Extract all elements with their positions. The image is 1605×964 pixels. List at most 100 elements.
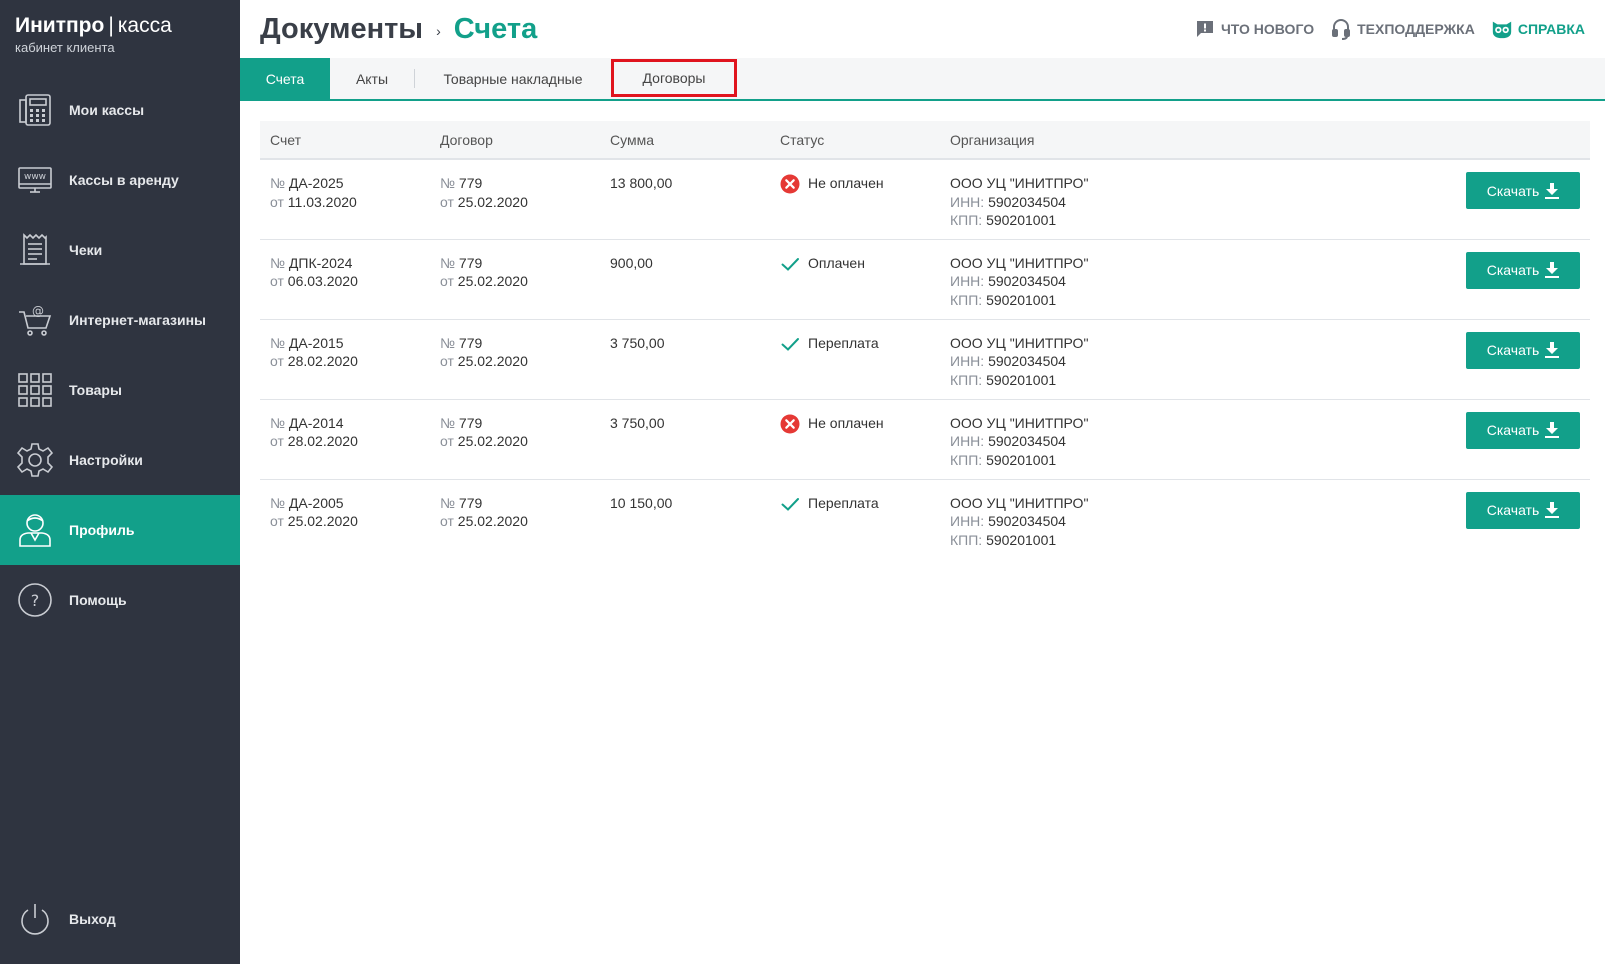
whats-new-label: ЧТО НОВОГО xyxy=(1220,21,1315,37)
table-header-row: Счет Договор Сумма Статус Организация xyxy=(260,121,1590,160)
kpp-value: 590201001 xyxy=(986,451,1057,468)
contract-date: 25.02.2020 xyxy=(457,513,528,529)
cell-contract: № 779 от 25.02.2020 xyxy=(430,399,600,480)
contract-number[interactable]: 779 xyxy=(459,495,482,511)
chat-alert-icon xyxy=(1194,18,1216,40)
inn-label: ИНН: xyxy=(950,353,985,369)
download-button[interactable]: Скачать xyxy=(1466,491,1580,529)
help-label: СПРАВКА xyxy=(1517,21,1585,37)
amount-value: 10 150,00 xyxy=(610,494,673,511)
kpp-label: КПП: xyxy=(950,371,983,388)
owl-icon xyxy=(1491,18,1513,40)
invoice-number[interactable]: ДА-2005 xyxy=(289,495,344,511)
download-button[interactable]: Скачать xyxy=(1466,411,1580,449)
no-prefix: № xyxy=(270,414,286,431)
download-label: Скачать xyxy=(1486,262,1540,278)
document-tabs: Счета Акты Товарные накладные Договоры xyxy=(240,58,1605,101)
column-header-contract: Договор xyxy=(430,121,600,160)
table-row: № ДА-2005 от 25.02.2020 № 779 от 25.02.2… xyxy=(260,479,1590,559)
organization-name: ООО УЦ "ИНИТПРО" xyxy=(950,494,1089,511)
contract-number[interactable]: 779 xyxy=(459,335,482,351)
tab-waybills[interactable]: Товарные накладные xyxy=(415,58,611,99)
invoice-number[interactable]: ДА-2025 xyxy=(289,175,344,191)
cell-invoice: № ДА-2015 от 28.02.2020 xyxy=(260,319,430,400)
column-header-amount: Сумма xyxy=(600,121,770,160)
cell-organization: ООО УЦ "ИНИТПРО" ИНН: 5902034504 КПП: 59… xyxy=(940,239,1450,320)
sidebar-nav: Мои кассы www Кассы в аренду Чеки @ Инте… xyxy=(0,75,240,635)
date-prefix: от xyxy=(440,433,454,449)
contract-date: 25.02.2020 xyxy=(457,353,528,369)
brand-product: касса xyxy=(117,14,172,37)
grid-icon xyxy=(16,371,54,409)
tab-invoices[interactable]: Счета xyxy=(240,58,330,99)
download-button[interactable]: Скачать xyxy=(1466,172,1580,209)
download-button[interactable]: Скачать xyxy=(1466,251,1580,289)
no-prefix: № xyxy=(270,175,286,191)
page-title: Счета xyxy=(453,12,538,45)
sidebar-item-label: Чеки xyxy=(69,242,103,258)
date-prefix: от xyxy=(440,353,454,369)
invoices-table: Счет Договор Сумма Статус Организация № … xyxy=(260,121,1590,559)
kpp-value: 590201001 xyxy=(986,531,1057,548)
download-icon xyxy=(1545,422,1560,438)
invoice-number[interactable]: ДА-2014 xyxy=(289,415,344,431)
download-button[interactable]: Скачать xyxy=(1466,331,1580,369)
no-prefix: № xyxy=(440,334,456,351)
contract-number[interactable]: 779 xyxy=(459,415,482,431)
cell-contract: № 779 от 25.02.2020 xyxy=(430,159,600,240)
tab-acts[interactable]: Акты xyxy=(330,58,414,99)
sidebar-item-label: Мои кассы xyxy=(69,102,145,118)
table-row: № ДА-2025 от 11.03.2020 № 779 от 25.02.2… xyxy=(260,159,1590,240)
sidebar-item-online-stores[interactable]: @ Интернет-магазины xyxy=(0,285,240,355)
svg-text:www: www xyxy=(24,172,46,182)
cell-contract: № 779 от 25.02.2020 xyxy=(430,479,600,559)
logout-button[interactable]: Выход xyxy=(0,884,240,954)
status-badge: Переплата xyxy=(780,494,940,514)
table-row: № ДА-2015 от 28.02.2020 № 779 от 25.02.2… xyxy=(260,319,1590,400)
sidebar-item-settings[interactable]: Настройки xyxy=(0,425,240,495)
cell-amount: 10 150,00 xyxy=(600,479,770,559)
column-header-organization: Организация xyxy=(940,121,1450,160)
main-content: Документы › Счета ЧТО НОВОГО ТЕХПОДДЕРЖК… xyxy=(240,0,1605,964)
cell-organization: ООО УЦ "ИНИТПРО" ИНН: 5902034504 КПП: 59… xyxy=(940,319,1450,400)
download-label: Скачать xyxy=(1486,342,1540,358)
sidebar-item-products[interactable]: Товары xyxy=(0,355,240,425)
download-icon xyxy=(1545,502,1560,518)
whats-new-link[interactable]: ЧТО НОВОГО xyxy=(1194,18,1314,40)
contract-number[interactable]: 779 xyxy=(459,175,482,191)
amount-value: 900,00 xyxy=(610,254,653,271)
amount-value: 13 800,00 xyxy=(610,175,673,191)
status-text: Оплачен xyxy=(808,254,865,271)
inn-value: 5902034504 xyxy=(988,193,1066,210)
invoice-number[interactable]: ДПК-2024 xyxy=(289,255,353,271)
contract-number[interactable]: 779 xyxy=(459,255,482,271)
sidebar-item-help[interactable]: ? Помощь xyxy=(0,565,240,635)
date-prefix: от xyxy=(440,273,454,289)
download-label: Скачать xyxy=(1486,182,1540,199)
www-monitor-icon: www xyxy=(16,161,54,199)
paid-check-icon xyxy=(780,334,800,354)
sidebar-item-receipts[interactable]: Чеки xyxy=(0,215,240,285)
cart-at-icon: @ xyxy=(16,301,54,339)
no-prefix: № xyxy=(440,494,456,511)
sidebar-item-profile[interactable]: Профиль xyxy=(0,495,240,565)
date-prefix: от xyxy=(270,193,284,210)
breadcrumb-documents[interactable]: Документы xyxy=(260,13,423,46)
user-icon xyxy=(16,511,54,549)
top-bar: Документы › Счета ЧТО НОВОГО ТЕХПОДДЕРЖК… xyxy=(240,0,1605,58)
support-link[interactable]: ТЕХПОДДЕРЖКА xyxy=(1330,18,1475,40)
invoice-number[interactable]: ДА-2015 xyxy=(289,335,344,351)
brand-title: Инитпро | касса xyxy=(15,14,240,38)
help-link[interactable]: СПРАВКА xyxy=(1491,18,1585,40)
sidebar-item-label: Интернет-магазины xyxy=(69,312,207,328)
inn-label: ИНН: xyxy=(950,513,985,529)
sidebar-item-my-registers[interactable]: Мои кассы xyxy=(0,75,240,145)
cell-contract: № 779 от 25.02.2020 xyxy=(430,239,600,320)
invoice-date: 25.02.2020 xyxy=(287,513,358,529)
date-prefix: от xyxy=(270,433,284,449)
sidebar-item-rent-registers[interactable]: www Кассы в аренду xyxy=(0,145,240,215)
receipt-icon xyxy=(16,231,54,269)
brand-logo[interactable]: Инитпро | касса кабинет клиента xyxy=(0,0,240,75)
tab-contracts[interactable]: Договоры xyxy=(611,59,737,97)
inn-label: ИНН: xyxy=(950,273,985,289)
